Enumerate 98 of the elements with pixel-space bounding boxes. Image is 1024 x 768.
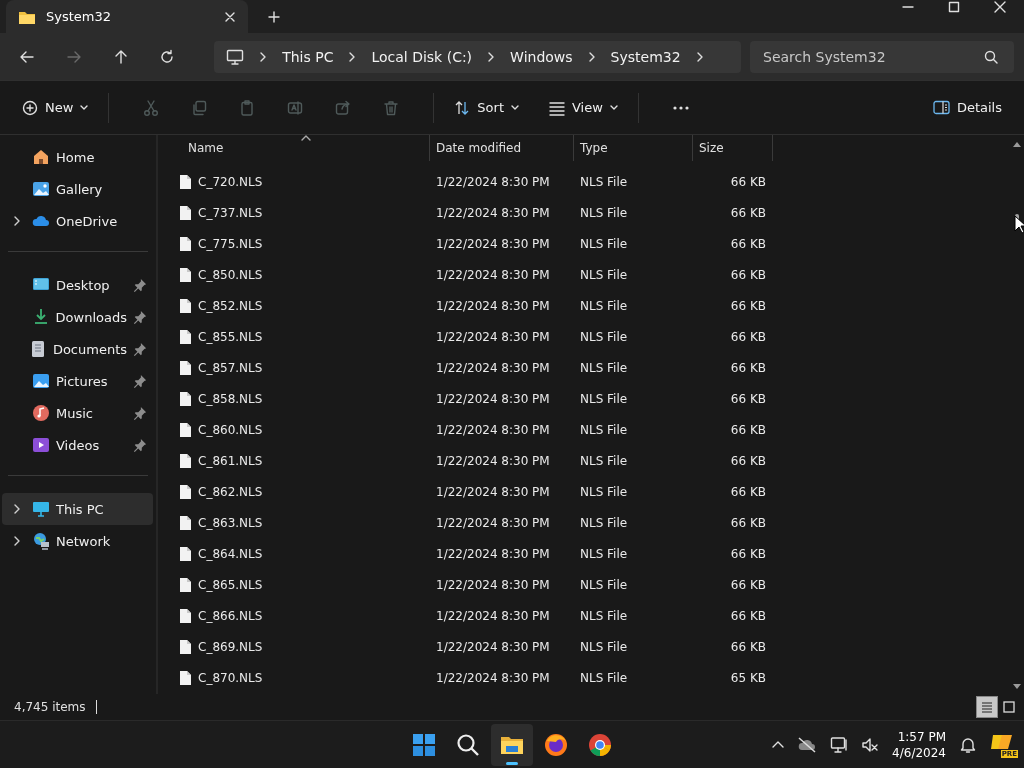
table-cell-text: 66 KB — [729, 639, 767, 654]
file-name[interactable]: C_855.NLS — [198, 329, 263, 344]
file-name[interactable]: C_737.NLS — [198, 205, 263, 220]
file-name[interactable]: C_870.NLS — [198, 670, 263, 685]
table-cell-text: 1/22/2024 8:30 PM — [435, 391, 551, 406]
table-cell-text: NLS File — [579, 329, 629, 344]
table-cell-text: 1/22/2024 8:30 PM — [435, 546, 551, 561]
table-cell-text: 1/22/2024 8:30 PM — [435, 639, 551, 654]
sidebar-item[interactable]: This PC — [2, 493, 153, 525]
breadcrumb[interactable]: System32 — [610, 48, 681, 65]
table-cell-text: 65 KB — [729, 670, 767, 685]
file-name[interactable]: C_865.NLS — [198, 577, 263, 592]
table-cell-text: 66 KB — [729, 546, 767, 561]
clock-date[interactable]: 4/6/2024 — [892, 744, 946, 761]
table-cell-text: 66 KB — [729, 360, 767, 375]
table-cell-text: 66 KB — [729, 577, 767, 592]
table-cell-text: 1/22/2024 8:30 PM — [435, 298, 551, 313]
table-cell-text: 1/22/2024 8:30 PM — [435, 515, 551, 530]
table-cell-text: 66 KB — [729, 205, 767, 220]
table-cell-text: 1/22/2024 8:30 PM — [435, 453, 551, 468]
table-cell-text: NLS File — [579, 267, 629, 282]
file-name[interactable]: C_850.NLS — [198, 267, 263, 282]
table-cell-text: 66 KB — [729, 422, 767, 437]
table-cell-text: 1/22/2024 8:30 PM — [435, 205, 551, 220]
table-cell-text: 66 KB — [729, 391, 767, 406]
details-button[interactable]: Details — [930, 91, 1004, 124]
table-cell-text: 1/22/2024 8:30 PM — [435, 484, 551, 499]
item-count: 4,745 items — [14, 700, 86, 714]
sidebar-item[interactable]: Gallery — [2, 173, 153, 205]
table-cell-text: NLS File — [579, 236, 629, 251]
sidebar-item[interactable]: Downloads — [2, 301, 153, 333]
table-cell-text: NLS File — [579, 515, 629, 530]
clock-time[interactable]: 1:57 PM — [897, 728, 946, 745]
sidebar-item[interactable]: Documents — [2, 333, 153, 365]
table-cell-text: 66 KB — [729, 608, 767, 623]
sidebar-item[interactable]: Home — [2, 141, 153, 173]
table-cell-text: NLS File — [579, 205, 629, 220]
table-cell-text: 1/22/2024 8:30 PM — [435, 670, 551, 685]
sidebar-item[interactable]: Videos — [2, 429, 153, 461]
file-name[interactable]: C_860.NLS — [198, 422, 263, 437]
tab-title: System32 — [46, 9, 113, 24]
table-cell-text: NLS File — [579, 608, 629, 623]
search-field[interactable]: Search System32 — [750, 40, 1014, 73]
file-name[interactable]: C_858.NLS — [198, 391, 263, 406]
table-cell-text: 1/22/2024 8:30 PM — [435, 608, 551, 623]
table-cell-text: 66 KB — [729, 453, 767, 468]
address-bar[interactable]: This PC Local Disk (C:) Windows System32 — [214, 40, 741, 73]
table-cell-text: 1/22/2024 8:30 PM — [435, 174, 551, 189]
sidebar-item[interactable]: Desktop — [2, 269, 153, 301]
breadcrumb[interactable]: Windows — [510, 48, 573, 65]
table-cell-text: 1/22/2024 8:30 PM — [435, 577, 551, 592]
table-cell-text: 1/22/2024 8:30 PM — [435, 329, 551, 344]
sort-button[interactable]: Sort — [452, 91, 521, 124]
table-cell-text: NLS File — [579, 484, 629, 499]
table-cell-text: 66 KB — [729, 515, 767, 530]
table-cell-text: 66 KB — [729, 484, 767, 499]
table-cell-text: NLS File — [579, 422, 629, 437]
table-cell-text: NLS File — [579, 360, 629, 375]
table-cell-text: NLS File — [579, 546, 629, 561]
table-cell-text: NLS File — [579, 174, 629, 189]
file-name[interactable]: C_861.NLS — [198, 453, 263, 468]
breadcrumb[interactable]: Local Disk (C:) — [371, 48, 473, 65]
table-cell-text: NLS File — [579, 577, 629, 592]
sidebar-item[interactable]: Pictures — [2, 365, 153, 397]
table-cell-text: 1/22/2024 8:30 PM — [435, 422, 551, 437]
file-name[interactable]: C_864.NLS — [198, 546, 263, 561]
column-header[interactable]: Name — [188, 141, 224, 155]
table-cell-text: NLS File — [579, 670, 629, 685]
file-name[interactable]: C_857.NLS — [198, 360, 263, 375]
table-cell-text: NLS File — [579, 453, 629, 468]
breadcrumb[interactable]: This PC — [282, 48, 334, 65]
file-name[interactable]: C_775.NLS — [198, 236, 263, 251]
file-name[interactable]: C_869.NLS — [198, 639, 263, 654]
column-header[interactable]: Size — [699, 141, 724, 155]
table-cell-text: 66 KB — [729, 329, 767, 344]
table-cell-text: NLS File — [579, 298, 629, 313]
table-cell-text: 66 KB — [729, 298, 767, 313]
table-cell-text: 66 KB — [729, 267, 767, 282]
sidebar-item[interactable]: Music — [2, 397, 153, 429]
table-cell-text: 66 KB — [729, 174, 767, 189]
new-button[interactable]: New — [20, 91, 91, 124]
file-name[interactable]: C_852.NLS — [198, 298, 263, 313]
sidebar-item[interactable]: Network — [2, 525, 153, 557]
file-name[interactable]: C_866.NLS — [198, 608, 263, 623]
column-header[interactable]: Date modified — [436, 141, 522, 155]
file-name[interactable]: C_720.NLS — [198, 174, 263, 189]
tab[interactable]: System32 — [6, 0, 248, 33]
file-name[interactable]: C_863.NLS — [198, 515, 263, 530]
table-cell-text: 1/22/2024 8:30 PM — [435, 236, 551, 251]
table-cell-text: 1/22/2024 8:30 PM — [435, 267, 551, 282]
table-cell-text: 1/22/2024 8:30 PM — [435, 360, 551, 375]
view-button[interactable]: View — [547, 91, 620, 124]
table-cell-text: NLS File — [579, 639, 629, 654]
table-cell-text: 66 KB — [729, 236, 767, 251]
sidebar-item[interactable]: OneDrive — [2, 205, 153, 237]
column-header[interactable]: Type — [580, 141, 608, 155]
table-cell-text: NLS File — [579, 391, 629, 406]
file-name[interactable]: C_862.NLS — [198, 484, 263, 499]
